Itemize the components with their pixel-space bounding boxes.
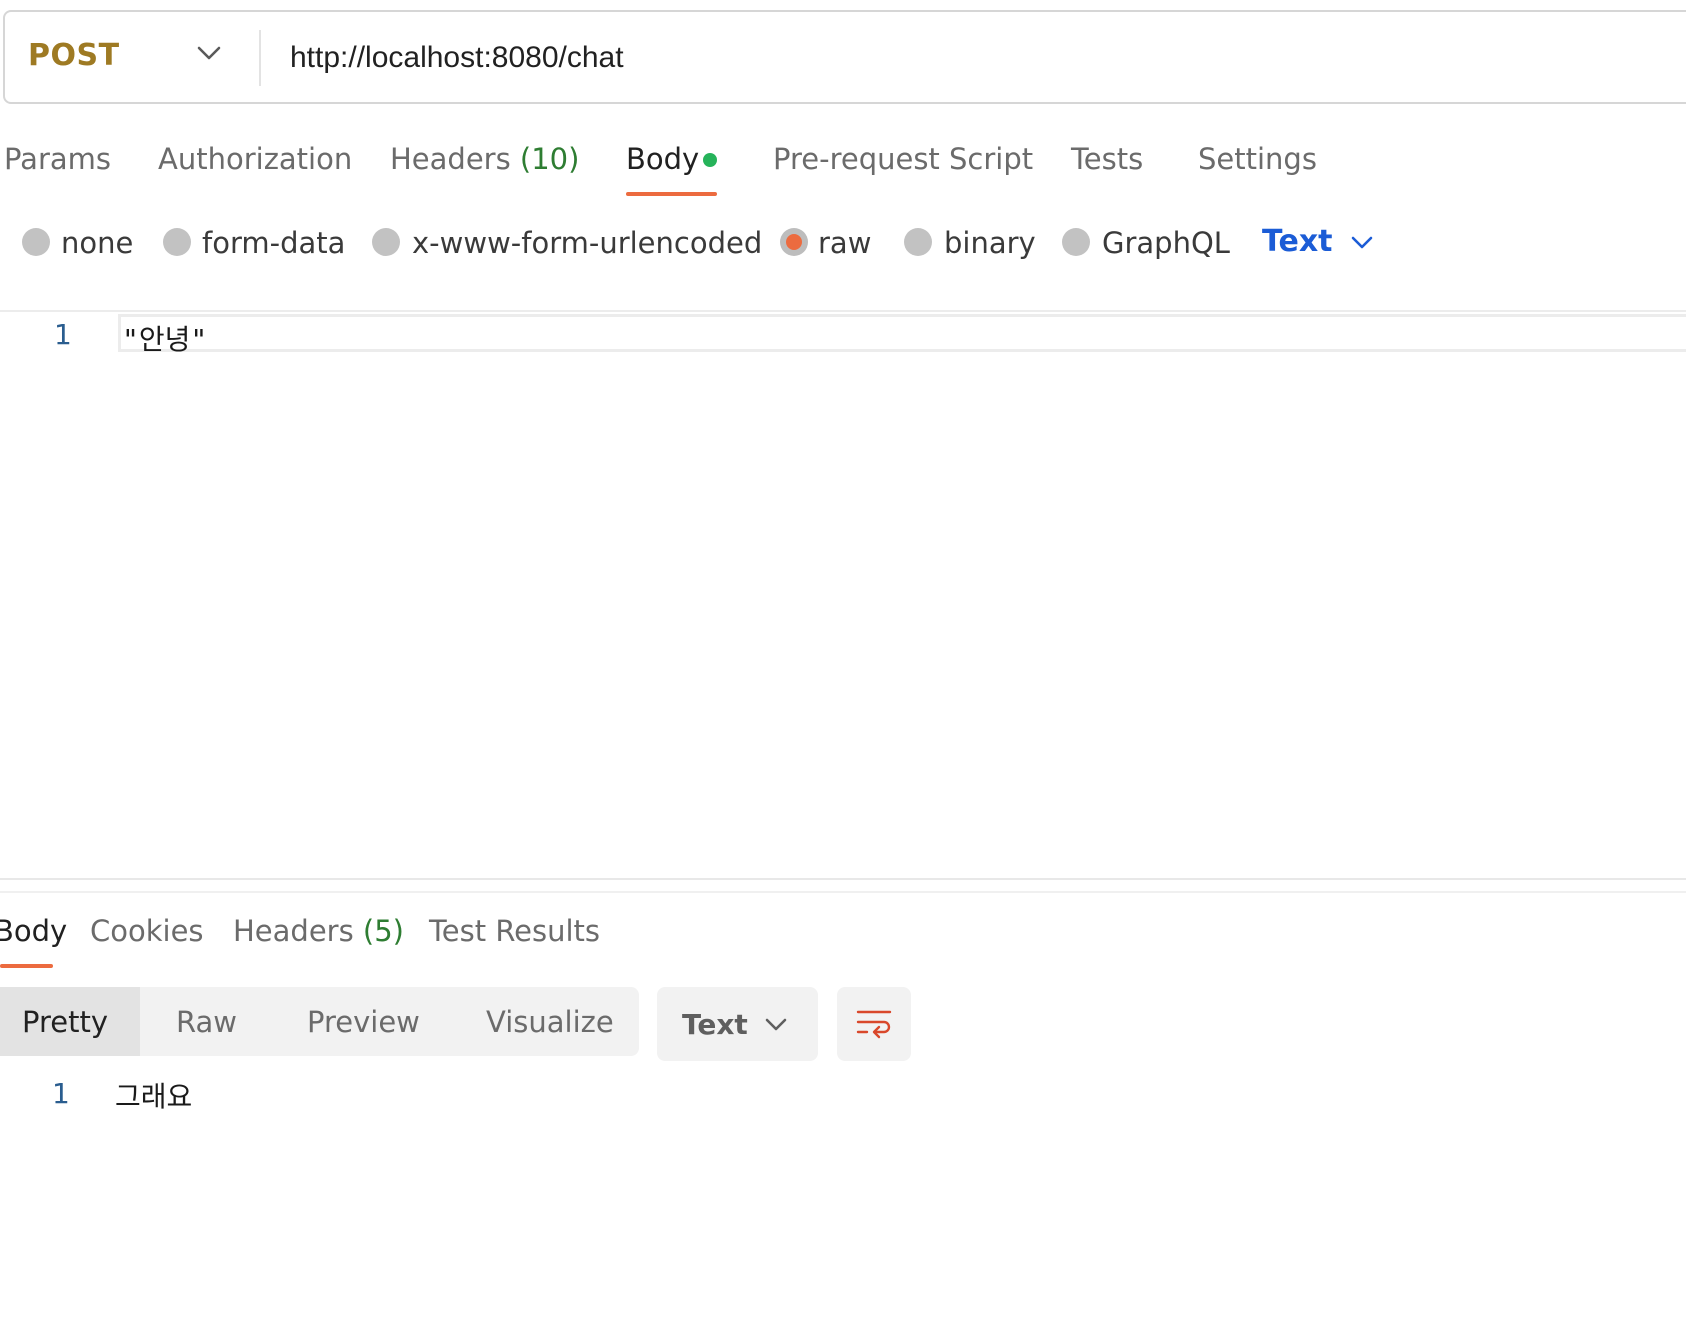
tab-settings[interactable]: Settings bbox=[1198, 142, 1317, 176]
request-body-line[interactable]: "안녕" bbox=[122, 318, 207, 358]
chevron-down-icon[interactable] bbox=[764, 1016, 788, 1034]
response-tab-headers[interactable]: Headers (5) bbox=[233, 914, 404, 948]
radio-urlencoded[interactable] bbox=[372, 228, 400, 256]
view-pretty-button[interactable]: Pretty bbox=[22, 1005, 108, 1039]
active-tab-indicator bbox=[0, 964, 53, 968]
pane-divider-shadow bbox=[0, 891, 1686, 893]
language-select[interactable]: Text bbox=[1262, 224, 1333, 259]
view-visualize-button[interactable]: Visualize bbox=[486, 1005, 614, 1039]
method-select[interactable]: POST bbox=[28, 38, 120, 73]
body-modified-dot bbox=[703, 153, 717, 167]
radio-urlencoded-label[interactable]: x-www-form-urlencoded bbox=[412, 226, 762, 260]
view-preview-button[interactable]: Preview bbox=[307, 1005, 420, 1039]
response-tab-cookies[interactable]: Cookies bbox=[90, 914, 204, 948]
active-tab-indicator bbox=[626, 192, 717, 196]
headers-count-badge: (10) bbox=[519, 142, 580, 176]
response-body-line: 그래요 bbox=[115, 1080, 193, 1113]
response-tab-body[interactable]: Body bbox=[0, 914, 67, 948]
url-input[interactable] bbox=[290, 36, 1590, 80]
wrap-lines-icon[interactable] bbox=[855, 1005, 893, 1043]
url-divider bbox=[259, 30, 261, 86]
tab-headers-label: Headers bbox=[390, 142, 511, 176]
chevron-down-icon[interactable] bbox=[1350, 234, 1374, 252]
radio-binary[interactable] bbox=[904, 228, 932, 256]
radio-none-label[interactable]: none bbox=[61, 226, 133, 260]
radio-raw-label[interactable]: raw bbox=[818, 226, 871, 260]
tab-headers[interactable]: Headers (10) bbox=[390, 142, 579, 176]
response-tab-test-results[interactable]: Test Results bbox=[429, 914, 600, 948]
editor-border bbox=[0, 310, 1686, 312]
line-number: 1 bbox=[52, 1077, 70, 1110]
view-raw-button[interactable]: Raw bbox=[176, 1005, 237, 1039]
chevron-down-icon[interactable] bbox=[196, 44, 222, 62]
response-headers-count-badge: (5) bbox=[362, 914, 405, 948]
line-number: 1 bbox=[54, 318, 72, 351]
format-select-label[interactable]: Text bbox=[682, 1008, 748, 1041]
radio-graphql[interactable] bbox=[1062, 228, 1090, 256]
tab-params[interactable]: Params bbox=[4, 142, 111, 176]
tab-pre-request-script[interactable]: Pre-request Script bbox=[773, 142, 1033, 176]
radio-form-data-label[interactable]: form-data bbox=[202, 226, 345, 260]
radio-binary-label[interactable]: binary bbox=[944, 226, 1036, 260]
radio-raw[interactable] bbox=[780, 228, 808, 256]
radio-form-data[interactable] bbox=[163, 228, 191, 256]
pane-divider[interactable] bbox=[0, 878, 1686, 880]
radio-graphql-label[interactable]: GraphQL bbox=[1102, 226, 1230, 260]
radio-none[interactable] bbox=[22, 228, 50, 256]
tab-tests[interactable]: Tests bbox=[1071, 142, 1143, 176]
tab-body[interactable]: Body bbox=[626, 142, 699, 176]
tab-authorization[interactable]: Authorization bbox=[158, 142, 352, 176]
active-line-highlight[interactable] bbox=[118, 314, 1686, 352]
response-tab-headers-label: Headers bbox=[233, 914, 354, 948]
